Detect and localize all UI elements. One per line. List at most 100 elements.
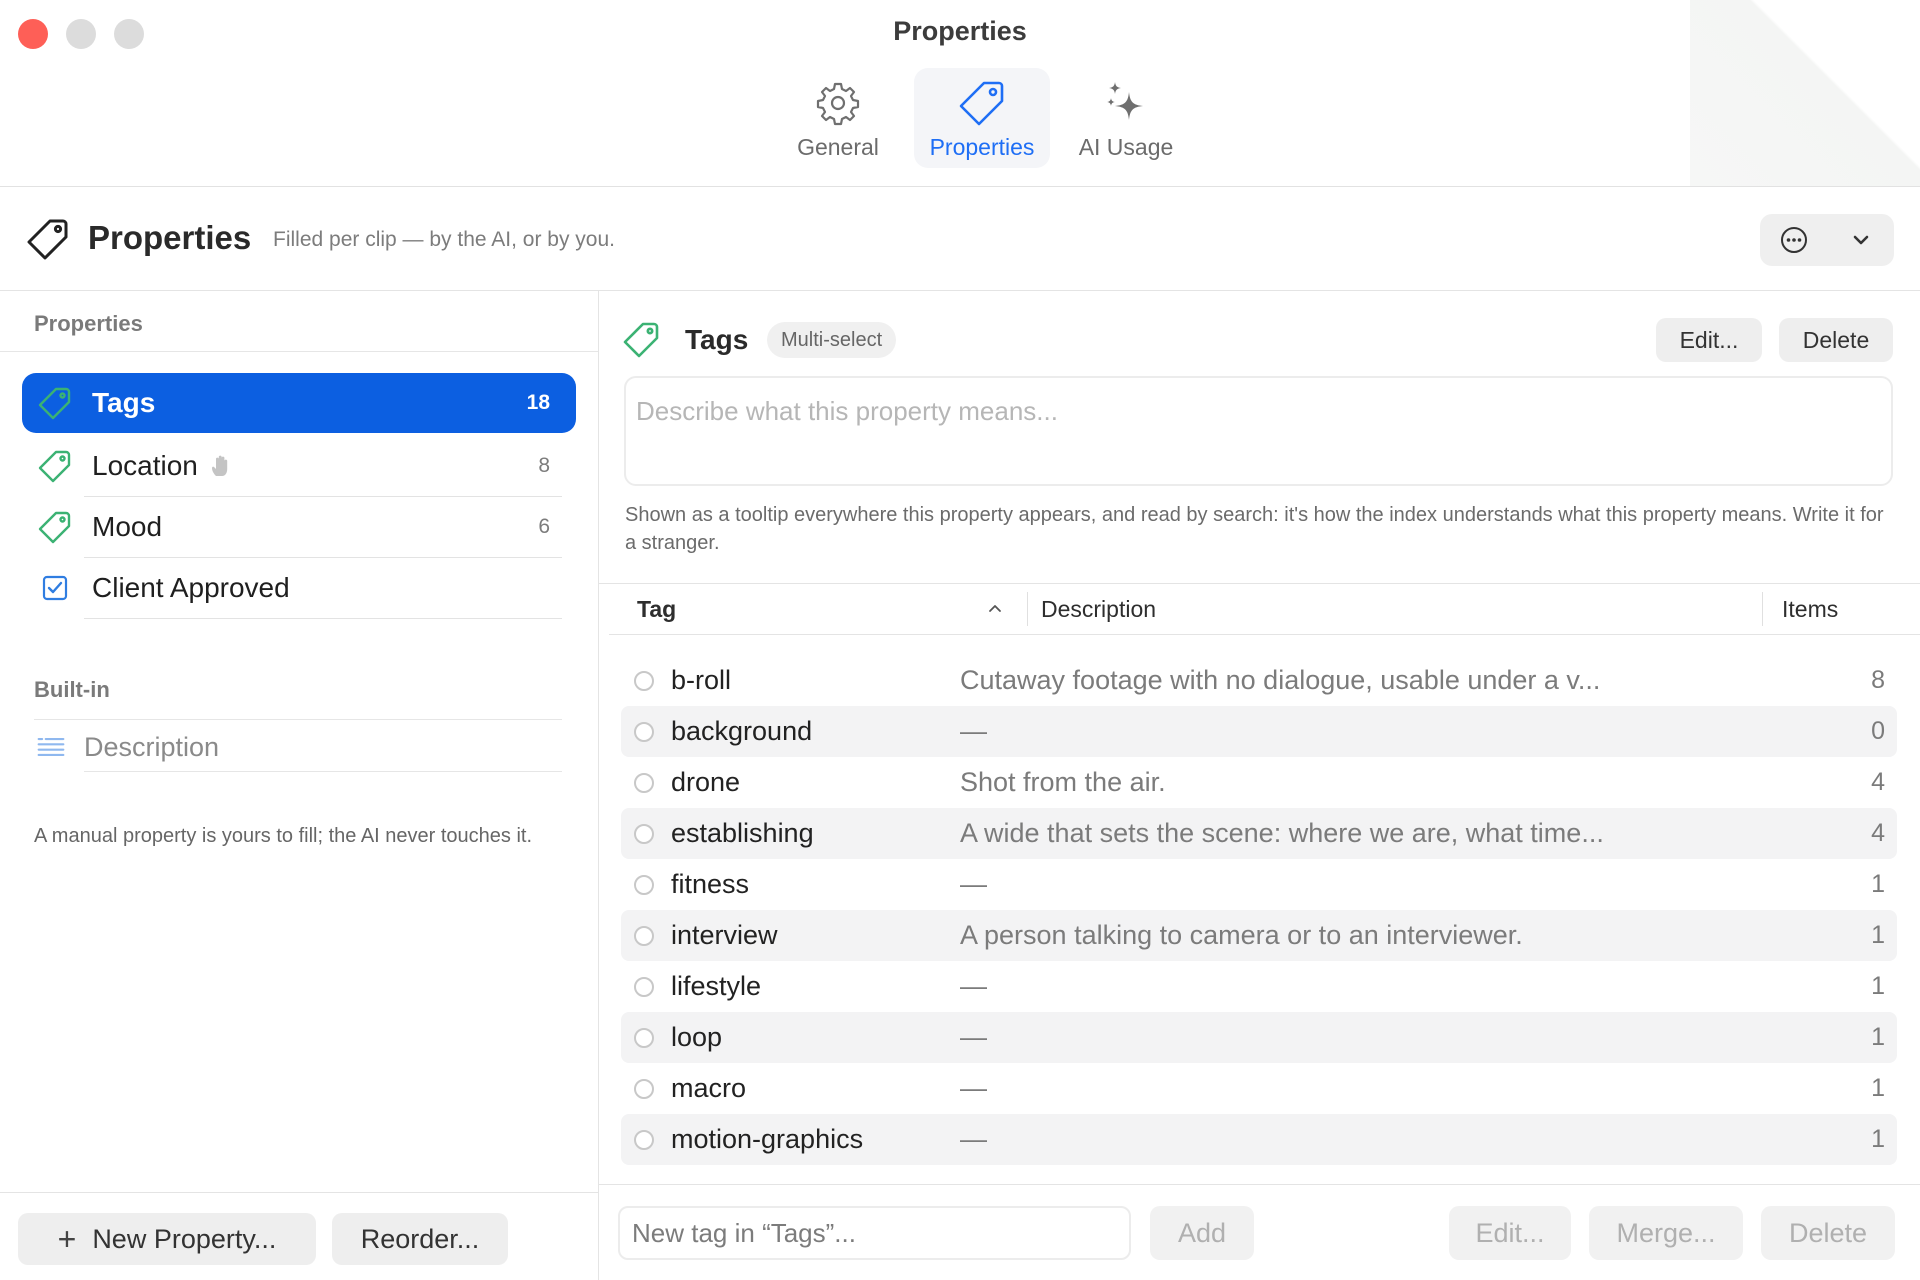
row-select-radio[interactable] xyxy=(634,874,654,895)
plus-icon: + xyxy=(57,1220,77,1257)
page-title: Properties xyxy=(88,219,252,256)
row-items: 0 xyxy=(1871,717,1885,745)
table-row[interactable]: fitness — 1 xyxy=(621,859,1897,910)
description-help-text: Shown as a tooltip everywhere this prope… xyxy=(625,504,1884,554)
edit-tag-button[interactable]: Edit... xyxy=(1449,1206,1571,1260)
builtin-section-label: Built-in xyxy=(34,677,110,702)
table-row[interactable]: b-roll Cutaway footage with no dialogue,… xyxy=(621,655,1897,706)
merge-tags-button[interactable]: Merge... xyxy=(1589,1206,1743,1260)
reorder-button[interactable]: Reorder... xyxy=(332,1213,508,1265)
column-header-description[interactable]: Description xyxy=(1041,596,1156,623)
tag-icon xyxy=(38,387,71,420)
table-row[interactable]: lifestyle — 1 xyxy=(621,961,1897,1012)
row-items: 1 xyxy=(1871,1023,1885,1051)
row-description: A person talking to camera or to an inte… xyxy=(960,920,1523,950)
sidebar-item-mood[interactable]: Mood 6 xyxy=(22,497,576,557)
row-tag: interview xyxy=(671,920,778,950)
row-items: 1 xyxy=(1871,1074,1885,1102)
row-select-radio[interactable] xyxy=(634,721,654,742)
row-select-radio[interactable] xyxy=(634,1078,654,1099)
row-select-radio[interactable] xyxy=(634,976,654,997)
row-description: Shot from the air. xyxy=(960,767,1166,797)
tab-ai-usage-label: AI Usage xyxy=(1078,134,1174,160)
table-row[interactable]: establishing A wide that sets the scene:… xyxy=(621,808,1897,859)
row-tag: lifestyle xyxy=(671,971,762,1001)
row-items: 1 xyxy=(1871,870,1885,898)
row-select-radio[interactable] xyxy=(634,925,654,946)
tag-icon xyxy=(38,511,71,544)
window-title: Properties xyxy=(893,16,1027,46)
sidebar-item-count: 18 xyxy=(526,391,550,414)
sidebar-item-client-approved[interactable]: Client Approved xyxy=(22,558,576,618)
sidebar-item-tags[interactable]: Tags 18 xyxy=(22,373,576,433)
tab-general[interactable]: General xyxy=(770,68,906,168)
tab-general-label: General xyxy=(797,134,879,160)
add-tag-button[interactable]: Add xyxy=(1150,1206,1254,1260)
divider xyxy=(84,771,562,772)
edit-property-button[interactable]: Edit... xyxy=(1656,318,1762,362)
more-actions-menu[interactable] xyxy=(1760,214,1894,266)
row-items: 1 xyxy=(1871,1125,1885,1153)
row-tag: loop xyxy=(671,1022,723,1052)
row-description: — xyxy=(960,716,987,746)
row-description: — xyxy=(960,1073,987,1103)
hand-manual-icon xyxy=(211,455,228,476)
property-title: Tags xyxy=(685,324,749,355)
page-header: Properties Filled per clip — by the AI, … xyxy=(0,187,1920,291)
table-row[interactable]: macro — 1 xyxy=(621,1063,1897,1114)
tab-ai-usage[interactable]: AI Usage xyxy=(1058,68,1194,168)
row-description: A wide that sets the scene: where we are… xyxy=(960,818,1604,848)
sidebar-item-location[interactable]: Location 8 xyxy=(22,436,576,496)
row-select-radio[interactable] xyxy=(634,670,654,691)
titlebar: Properties General Properties AI Usage xyxy=(0,0,1920,187)
row-tag: establishing xyxy=(671,818,814,848)
delete-property-button[interactable]: Delete xyxy=(1779,318,1893,362)
row-select-radio[interactable] xyxy=(634,772,654,793)
tab-properties[interactable]: Properties xyxy=(914,68,1050,168)
table-row[interactable]: background — 0 xyxy=(621,706,1897,757)
sidebar-item-count: 6 xyxy=(538,515,550,538)
new-tag-input[interactable] xyxy=(618,1206,1131,1260)
sidebar-item-label: Tags xyxy=(92,387,156,418)
table-row[interactable]: interview A person talking to camera or … xyxy=(621,910,1897,961)
toolbar-tabs: General Properties AI Usage xyxy=(770,68,1194,168)
table-row[interactable]: motion-graphics — 1 xyxy=(621,1114,1897,1165)
row-select-radio[interactable] xyxy=(634,1027,654,1048)
sidebar-item-count: 8 xyxy=(538,454,550,477)
property-type-badge: Multi-select xyxy=(767,322,897,358)
table-row[interactable]: loop — 1 xyxy=(621,1012,1897,1063)
tag-icon xyxy=(38,450,71,483)
property-description-input[interactable] xyxy=(624,376,1893,486)
table-row[interactable]: drone Shot from the air. 4 xyxy=(621,757,1897,808)
new-property-label: New Property... xyxy=(92,1223,277,1254)
row-items: 1 xyxy=(1871,921,1885,949)
row-tag: motion-graphics xyxy=(671,1124,864,1154)
delete-tag-button[interactable]: Delete xyxy=(1761,1206,1895,1260)
properties-sidebar: Properties Tags 18 Location 8 Mood 6 Cli… xyxy=(0,291,599,1280)
sidebar-item-description[interactable]: Description xyxy=(22,722,576,772)
page-subtitle: Filled per clip — by the AI, or by you. xyxy=(273,228,615,251)
sidebar-footer: + New Property... Reorder... xyxy=(0,1192,598,1280)
checkbox-icon xyxy=(42,575,68,601)
sort-ascending-icon[interactable] xyxy=(987,602,1003,614)
column-header-items[interactable]: Items xyxy=(1782,596,1838,623)
column-separator xyxy=(1762,592,1763,626)
new-property-button[interactable]: + New Property... xyxy=(18,1213,316,1265)
divider xyxy=(34,719,562,720)
tags-footer: Add Edit... Merge... Delete xyxy=(599,1184,1920,1280)
tag-icon xyxy=(623,322,659,358)
tag-icon xyxy=(959,81,1004,126)
tags-table-body: b-roll Cutaway footage with no dialogue,… xyxy=(621,655,1897,1165)
row-select-radio[interactable] xyxy=(634,823,654,844)
tab-properties-label: Properties xyxy=(929,134,1035,160)
property-detail-pane: Tags Multi-select Edit... Delete Shown a… xyxy=(599,291,1920,1280)
gear-icon xyxy=(816,82,860,126)
sidebar-section-label: Properties xyxy=(34,311,143,336)
table-header: Tag Description Items xyxy=(609,584,1920,635)
row-select-radio[interactable] xyxy=(634,1129,654,1150)
row-description: Cutaway footage with no dialogue, usable… xyxy=(960,665,1601,695)
row-items: 4 xyxy=(1871,768,1885,796)
row-tag: fitness xyxy=(671,869,750,899)
row-description: — xyxy=(960,1124,987,1154)
column-header-tag[interactable]: Tag xyxy=(637,596,676,623)
